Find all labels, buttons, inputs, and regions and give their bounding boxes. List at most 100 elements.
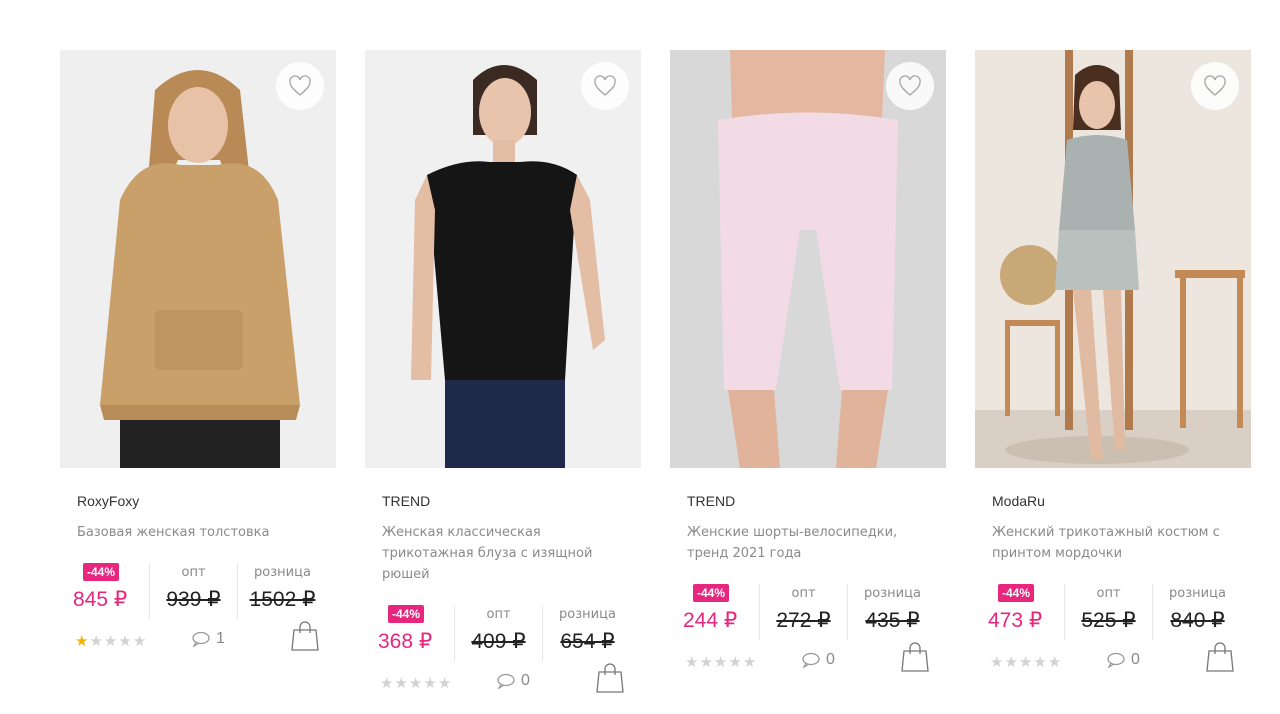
reviews-count: 0 (521, 672, 530, 689)
retail-label: розница (864, 586, 921, 601)
discount-badge: -44% (693, 584, 730, 602)
add-to-cart-button[interactable] (901, 641, 929, 673)
product-info: RoxyFoxy Базовая женская толстовка (77, 493, 327, 543)
comment-icon (802, 652, 820, 668)
product-info: TREND Женская классическая трикотажная б… (382, 493, 632, 585)
opt-label: опт (486, 607, 511, 622)
opt-price-column: опт 409 ₽ (454, 605, 542, 661)
add-to-cart-button[interactable] (291, 620, 319, 652)
star-icon: ★ (437, 675, 453, 692)
comment-icon (1107, 652, 1125, 668)
product-brand[interactable]: RoxyFoxy (77, 493, 327, 510)
star-icon: ★ (118, 633, 133, 650)
star-icon: ★ (394, 675, 409, 692)
add-to-cart-button[interactable] (596, 662, 624, 694)
sale-price: 473 ₽ (988, 609, 1043, 632)
heart-icon (899, 75, 921, 96)
reviews-link[interactable]: 0 (802, 651, 835, 669)
discount-badge: -44% (388, 605, 425, 623)
retail-label: розница (1169, 586, 1226, 601)
product-title[interactable]: Женская классическая трикотажная блуза с… (382, 522, 632, 585)
star-icon: ★ (742, 654, 758, 671)
sale-price-column: -44% 845 ₽ (73, 563, 149, 619)
price-block: -44% 368 ₽ опт 409 ₽ розница 654 ₽ (378, 605, 632, 661)
retail-price-column: розница 435 ₽ (847, 584, 937, 640)
product-title[interactable]: Женский трикотажный костюм с принтом мор… (992, 522, 1242, 564)
product-brand[interactable]: TREND (687, 493, 937, 510)
opt-price-column: опт 939 ₽ (149, 563, 237, 619)
add-to-favorites-button[interactable] (886, 62, 934, 110)
retail-price-column: розница 1502 ₽ (237, 563, 327, 619)
opt-price-column: опт 272 ₽ (759, 584, 847, 640)
star-icon: ★ (1047, 654, 1063, 671)
reviews-link[interactable]: 1 (192, 630, 225, 648)
product-brand[interactable]: TREND (382, 493, 632, 510)
rating-stars[interactable]: ★★★★★ (75, 632, 147, 650)
star-icon: ★ (699, 654, 714, 671)
price-block: -44% 473 ₽ опт 525 ₽ розница 840 ₽ (988, 584, 1242, 640)
add-to-favorites-button[interactable] (276, 62, 324, 110)
price-block: -44% 244 ₽ опт 272 ₽ розница 435 ₽ (683, 584, 937, 640)
product-meta: ★★★★★ 0 (990, 642, 1242, 677)
shopping-bag-icon (291, 621, 319, 651)
add-to-cart-button[interactable] (1206, 641, 1234, 673)
retail-label: розница (559, 607, 616, 622)
star-icon: ★ (1018, 654, 1034, 671)
star-icon: ★ (713, 654, 729, 671)
sale-price: 845 ₽ (73, 588, 128, 611)
product-title[interactable]: Базовая женская толстовка (77, 522, 327, 543)
rating-stars[interactable]: ★★★★★ (380, 674, 452, 692)
sale-price-column: -44% 368 ₽ (378, 605, 454, 661)
reviews-count: 1 (216, 630, 225, 647)
star-icon: ★ (423, 675, 438, 692)
sale-price: 368 ₽ (378, 630, 433, 653)
star-icon: ★ (75, 633, 90, 650)
rating-stars[interactable]: ★★★★★ (990, 653, 1062, 671)
product-brand[interactable]: ModaRu (992, 493, 1242, 510)
reviews-link[interactable]: 0 (1107, 651, 1140, 669)
star-icon: ★ (1033, 654, 1048, 671)
star-icon: ★ (685, 654, 700, 671)
heart-icon (1204, 75, 1226, 96)
retail-price: 435 ₽ (865, 609, 920, 632)
retail-price: 840 ₽ (1170, 609, 1225, 632)
shopping-bag-icon (901, 642, 929, 672)
star-icon: ★ (103, 633, 119, 650)
retail-price-column: розница 654 ₽ (542, 605, 632, 661)
product-meta: ★★★★★ 0 (380, 663, 632, 698)
shopping-bag-icon (1206, 642, 1234, 672)
heart-icon (594, 75, 616, 96)
product-photo[interactable] (60, 50, 336, 468)
retail-price-column: розница 840 ₽ (1152, 584, 1242, 640)
product-photo[interactable] (365, 50, 641, 468)
product-info: ModaRu Женский трикотажный костюм с прин… (992, 493, 1242, 564)
star-icon: ★ (408, 675, 424, 692)
discount-badge: -44% (83, 563, 120, 581)
star-icon: ★ (380, 675, 395, 692)
product-info: TREND Женские шорты-велосипедки, тренд 2… (687, 493, 937, 564)
product-grid: RoxyFoxy Базовая женская толстовка -44% … (60, 50, 1252, 714)
reviews-count: 0 (826, 651, 835, 668)
opt-price: 939 ₽ (166, 588, 221, 611)
price-block: -44% 845 ₽ опт 939 ₽ розница 1502 ₽ (73, 563, 327, 619)
opt-label: опт (181, 565, 206, 580)
add-to-favorites-button[interactable] (1191, 62, 1239, 110)
star-icon: ★ (728, 654, 743, 671)
discount-badge: -44% (998, 584, 1035, 602)
product-photo[interactable] (975, 50, 1251, 468)
reviews-link[interactable]: 0 (497, 672, 530, 690)
comment-icon (497, 673, 515, 689)
add-to-favorites-button[interactable] (581, 62, 629, 110)
product-meta: ★★★★★ 1 (75, 621, 327, 656)
product-title[interactable]: Женские шорты-велосипедки, тренд 2021 го… (687, 522, 937, 564)
retail-label: розница (254, 565, 311, 580)
retail-price: 654 ₽ (560, 630, 615, 653)
sale-price-column: -44% 244 ₽ (683, 584, 759, 640)
rating-stars[interactable]: ★★★★★ (685, 653, 757, 671)
product-meta: ★★★★★ 0 (685, 642, 937, 677)
star-icon: ★ (89, 633, 104, 650)
opt-label: опт (791, 586, 816, 601)
opt-price-column: опт 525 ₽ (1064, 584, 1152, 640)
product-photo[interactable] (670, 50, 946, 468)
opt-price: 272 ₽ (776, 609, 831, 632)
